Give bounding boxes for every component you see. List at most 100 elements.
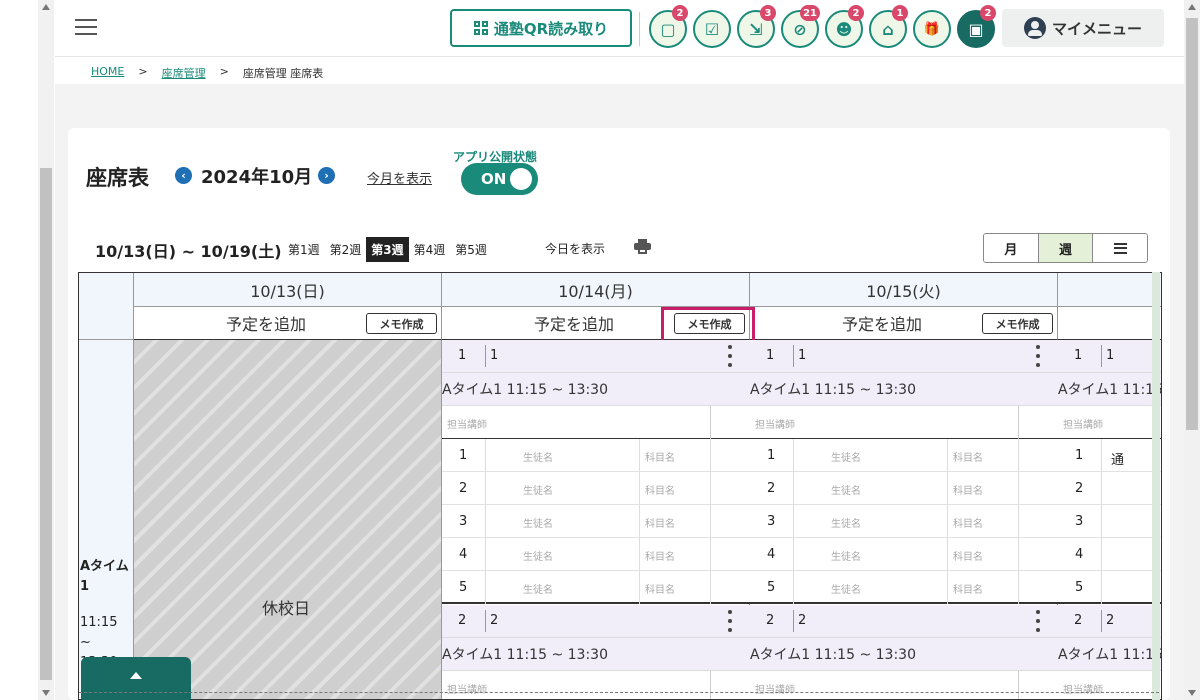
student-placeholder: 生徒名 bbox=[523, 519, 553, 530]
week-tab-2[interactable]: 第2週 bbox=[325, 237, 367, 262]
view-week-button[interactable]: 週 bbox=[1038, 234, 1094, 262]
show-this-month-link[interactable]: 今月を表示 bbox=[367, 168, 432, 187]
teacher-row[interactable]: 担当講師 bbox=[442, 406, 750, 439]
scroll-to-top-button[interactable] bbox=[81, 657, 191, 700]
week-tab-5[interactable]: 第5週 bbox=[450, 237, 492, 262]
subject-placeholder: 科目名 bbox=[953, 585, 983, 596]
seat-row[interactable]: 5 bbox=[1058, 571, 1161, 604]
blocked-button[interactable]: ⊘ 21 bbox=[781, 5, 820, 48]
dashed-divider bbox=[79, 692, 1159, 693]
view-list-button[interactable] bbox=[1093, 234, 1147, 262]
breadcrumb-current: 座席管理 座席表 bbox=[242, 67, 324, 80]
add-schedule-label: 予定を追加 bbox=[226, 315, 307, 334]
seat-row[interactable]: 2 生徒名 科目名 bbox=[442, 472, 750, 505]
subject-placeholder: 科目名 bbox=[953, 486, 983, 497]
week-tab-4[interactable]: 第4週 bbox=[409, 237, 451, 262]
chat-bubble-button[interactable]: ▢ 2 bbox=[649, 5, 688, 48]
show-today-link[interactable]: 今日を表示 bbox=[545, 240, 605, 257]
scroll-down-arrow-icon[interactable] bbox=[42, 690, 50, 696]
seat-number: 1 bbox=[767, 448, 776, 463]
notification-badge: 2 bbox=[672, 5, 688, 21]
teacher-row[interactable]: 担当講師 bbox=[1058, 671, 1161, 699]
teacher-row[interactable]: 担当講師 bbox=[750, 671, 1058, 699]
memo-create-button[interactable]: メモ作成 bbox=[982, 313, 1053, 334]
seat-number: 3 bbox=[1075, 514, 1084, 529]
add-schedule-label: 予定を追加 bbox=[842, 315, 923, 334]
app-status-toggle[interactable]: ON bbox=[461, 163, 538, 195]
seat-row[interactable]: 4 生徒名 科目名 bbox=[442, 538, 750, 571]
seat-row[interactable]: 3 生徒名 科目名 bbox=[750, 505, 1058, 538]
print-icon[interactable] bbox=[634, 239, 651, 254]
toggle-label: ON bbox=[481, 170, 507, 188]
group-button[interactable]: ☻ 2 bbox=[825, 5, 864, 48]
room-row: 2 2 bbox=[442, 605, 750, 638]
more-options-icon[interactable] bbox=[1036, 610, 1040, 632]
scroll-up-arrow-icon[interactable] bbox=[42, 4, 50, 10]
day-header-1013: 10/13(日) bbox=[134, 273, 442, 307]
seat-row[interactable]: 3 bbox=[1058, 505, 1161, 538]
time-row: Aタイム1 11:15 ~ 13:30 bbox=[750, 638, 1058, 671]
my-menu-button[interactable]: マイメニュー bbox=[1002, 9, 1164, 47]
gift-button[interactable]: 🎁 bbox=[913, 10, 951, 48]
time-slot-column: Aタイム1 11:15 ~ 13:30 bbox=[79, 273, 134, 699]
breadcrumb-home[interactable]: HOME bbox=[91, 65, 124, 81]
day-header-1014: 10/14(月) bbox=[442, 273, 750, 307]
scroll-up-arrow-icon[interactable] bbox=[1188, 4, 1196, 10]
student-placeholder: 生徒名 bbox=[831, 486, 861, 497]
scrollbar-thumb[interactable] bbox=[40, 168, 52, 680]
app-header: 通塾QR読み取り ▢ 2 ☑ ⇲ 3 ⊘ 21 ☻ 2 ⌂ 1 🎁 ▣ 2 マイ… bbox=[55, 0, 1184, 57]
seat-row[interactable]: 2 bbox=[1058, 472, 1161, 505]
seat-number: 1 bbox=[459, 448, 468, 463]
seat-row[interactable]: 5 生徒名 科目名 bbox=[442, 571, 750, 604]
seat-row[interactable]: 1 生徒名 科目名 bbox=[442, 439, 750, 472]
room-number: 2 bbox=[1074, 613, 1083, 628]
seat-row[interactable]: 1通 bbox=[1058, 439, 1161, 472]
more-options-icon[interactable] bbox=[728, 610, 732, 632]
seat-number: 3 bbox=[459, 514, 468, 529]
week-tab-1[interactable]: 第1週 bbox=[283, 237, 325, 262]
view-month-button[interactable]: 月 bbox=[984, 234, 1039, 262]
teacher-row[interactable]: 担当講師 bbox=[750, 406, 1058, 439]
teacher-row[interactable]: 担当講師 bbox=[1058, 406, 1161, 439]
breadcrumb-seat-management[interactable]: 座席管理 bbox=[162, 65, 206, 81]
seat-row[interactable]: 5 生徒名 科目名 bbox=[750, 571, 1058, 604]
seat-row[interactable]: 3 生徒名 科目名 bbox=[442, 505, 750, 538]
bank-button[interactable]: ⌂ 1 bbox=[869, 5, 908, 48]
message-button[interactable]: ▣ 2 bbox=[957, 5, 996, 48]
scroll-down-arrow-icon[interactable] bbox=[1188, 690, 1196, 696]
hamburger-menu-icon[interactable] bbox=[75, 19, 97, 37]
seat-row[interactable]: 1 生徒名 科目名 bbox=[750, 439, 1058, 472]
teacher-label: 担当講師 bbox=[447, 420, 487, 431]
seat-row[interactable]: 4 bbox=[1058, 538, 1161, 571]
arrows-in-button[interactable]: ⇲ 3 bbox=[737, 5, 776, 48]
time-row: Aタイム1 11:15 ~ 13:30 bbox=[750, 373, 1058, 406]
add-schedule-1013[interactable]: 予定を追加 メモ作成 bbox=[134, 307, 442, 340]
blocked-icon: ⊘ bbox=[793, 19, 807, 39]
add-schedule-1015[interactable]: 予定を追加 メモ作成 bbox=[750, 307, 1058, 340]
memo-create-button[interactable]: メモ作成 bbox=[366, 313, 437, 334]
seat-row[interactable]: 2 生徒名 科目名 bbox=[750, 472, 1058, 505]
slot-name: Aタイム1 bbox=[80, 559, 129, 594]
holiday-label: 休校日 bbox=[262, 599, 311, 618]
next-month-button[interactable]: › bbox=[318, 167, 335, 184]
time-row: Aタイム1 11:15 ~ 13:30 bbox=[1058, 373, 1161, 406]
scrollbar-thumb[interactable] bbox=[1186, 18, 1198, 430]
qr-scan-button[interactable]: 通塾QR読み取り bbox=[450, 9, 632, 47]
more-options-icon[interactable] bbox=[728, 345, 732, 367]
left-scrollbar[interactable] bbox=[38, 0, 54, 700]
right-scrollbar[interactable] bbox=[1184, 0, 1200, 700]
subject-placeholder: 科目名 bbox=[953, 552, 983, 563]
seat-row[interactable]: 4 生徒名 科目名 bbox=[750, 538, 1058, 571]
more-options-icon[interactable] bbox=[1036, 345, 1040, 367]
checklist-button[interactable]: ☑ bbox=[693, 10, 731, 48]
teacher-label: 担当講師 bbox=[1063, 420, 1103, 431]
teacher-row[interactable]: 担当講師 bbox=[442, 671, 750, 699]
bank-icon: ⌂ bbox=[882, 19, 894, 39]
week-tab-3[interactable]: 第3週 bbox=[366, 237, 409, 262]
week-range: 10/13(日) ~ 10/19(土) bbox=[95, 242, 282, 261]
prev-month-button[interactable]: ‹ bbox=[175, 167, 192, 184]
breadcrumb-separator: > bbox=[138, 65, 148, 78]
arrows-in-icon: ⇲ bbox=[749, 19, 763, 39]
add-schedule-partial[interactable] bbox=[1058, 307, 1161, 340]
seat-number: 4 bbox=[459, 547, 468, 562]
